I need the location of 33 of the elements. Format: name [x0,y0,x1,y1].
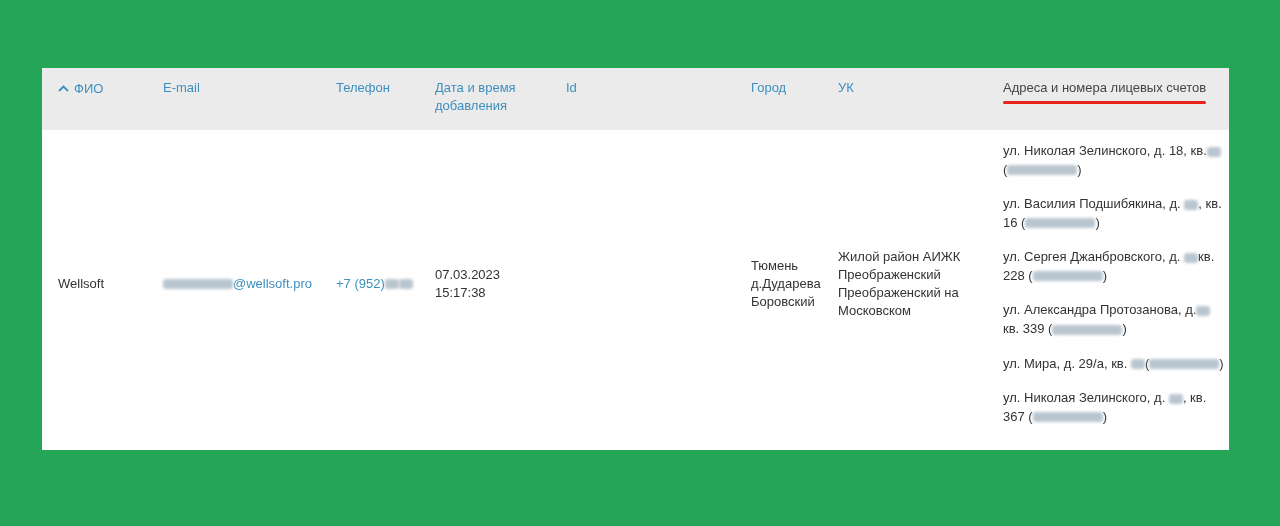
redacted-text [1149,359,1220,370]
address-text: ул. Сергея Джанбровского, д. кв. 228 ( ) [1003,248,1216,285]
redacted-text [1032,412,1103,423]
redacted-text [1184,199,1199,210]
address-text: ул. Василия Подшибякина, д. , кв. 16 ( ) [1003,195,1223,232]
management-company-text: Жилой район АИЖК Преображенский Преображенский на Московском [838,249,961,319]
redacted-text [163,279,233,290]
column-header[interactable]: УК [838,79,854,97]
phone-link[interactable]: +7 (952) [336,275,413,291]
column-header[interactable]: Id [566,79,577,97]
email-link[interactable]: @wellsoft.pro [163,275,312,291]
redacted-text [1025,218,1096,229]
datetime-text: 07.03.2023 15:17:38 [435,267,501,301]
redacted-text [1007,165,1078,176]
column-header[interactable]: ФИО [58,79,104,98]
redacted-text [1184,252,1199,263]
column-header[interactable]: E-mail [163,79,200,97]
address-text: ул. Николая Зелинского, д. , кв. 367 ( ) [1003,389,1208,426]
redacted-text [1196,305,1211,316]
address-text: ул. Николая Зелинского, д. 18, кв. ( ) [1003,142,1225,180]
city-text: Тюмень д.Дударева Боровский [751,258,821,310]
redacted-text [1206,146,1221,157]
redacted-text [398,279,413,290]
redacted-text [1130,359,1145,370]
address-text: ул. Александра Протозанова, д. кв. 339 ( ) [1003,301,1225,339]
name-text: Wellsoft [58,276,104,292]
redacted-text [1032,271,1103,282]
redacted-text [384,279,399,290]
redacted-text [1052,324,1123,335]
redacted-text [1168,393,1183,404]
column-header[interactable]: Город [751,79,787,97]
column-header[interactable]: Телефон [336,79,390,97]
address-text: ул. Мира, д. 29/а, кв. ( ) [1003,354,1225,373]
